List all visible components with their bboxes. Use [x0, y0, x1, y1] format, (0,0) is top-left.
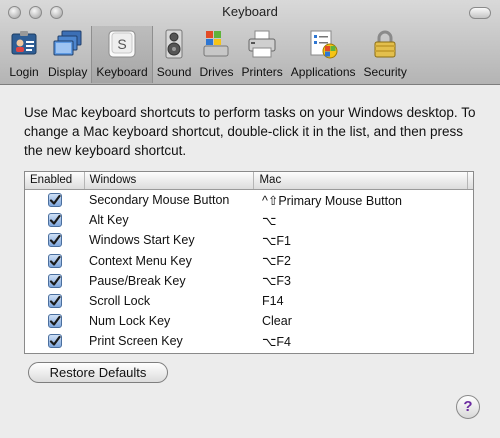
toolbar-item-keyboard[interactable]: S Keyboard	[91, 26, 153, 83]
checkmark-icon	[49, 336, 61, 347]
table-row[interactable]: Alt Key ⌥	[25, 210, 473, 230]
table-row[interactable]: Num Lock Key Clear	[25, 311, 473, 331]
windows-shortcut-cell: Secondary Mouse Button	[89, 193, 230, 208]
restore-defaults-button[interactable]: Restore Defaults	[28, 362, 168, 383]
column-header-enabled[interactable]: Enabled	[25, 172, 85, 189]
toolbar-items: Login Display S Keyboard Sound Drives Pr…	[4, 26, 411, 83]
toolbar-label: Applications	[290, 65, 356, 79]
padlock-icon	[374, 30, 396, 58]
enabled-cell	[25, 273, 85, 288]
mac-shortcut-cell[interactable]: ⌥F1	[256, 233, 471, 248]
shortcuts-table[interactable]: Enabled Windows Mac Secondary Mouse Butt…	[24, 171, 474, 354]
toolbar-item-drives[interactable]: Drives	[195, 26, 237, 83]
printer-icon	[248, 30, 276, 58]
toolbar-label: Display	[48, 65, 88, 79]
checkmark-icon	[49, 316, 61, 326]
enabled-checkbox[interactable]	[48, 334, 62, 349]
enabled-checkbox[interactable]	[48, 193, 62, 208]
table-header: Enabled Windows Mac	[25, 172, 473, 190]
windows-shortcut-cell: Windows Start Key	[89, 233, 195, 248]
column-header-mac[interactable]: Mac	[254, 172, 468, 189]
toolbar-label: Drives	[199, 65, 234, 79]
keyboard-preferences-window: Keyboard Login Display S Keyboard Sound …	[0, 0, 500, 438]
table-row[interactable]: Print Screen Key ⌥F4	[25, 331, 473, 351]
instructions-text: Use Mac keyboard shortcuts to perform ta…	[24, 105, 476, 158]
toolbar-item-display[interactable]: Display	[44, 26, 91, 83]
enabled-cell	[25, 253, 85, 268]
windows-shortcut-cell: Pause/Break Key	[89, 273, 186, 288]
window-title: Keyboard	[222, 4, 278, 19]
enabled-checkbox[interactable]	[48, 314, 62, 329]
mac-shortcut-cell[interactable]: ^⇧Primary Mouse Button	[256, 193, 471, 208]
toolbar-toggle-button[interactable]	[469, 7, 491, 19]
table-row[interactable]: Secondary Mouse Button ^⇧Primary Mouse Bu…	[25, 190, 473, 210]
windows-shortcut-cell: Context Menu Key	[89, 253, 192, 268]
enabled-checkbox[interactable]	[48, 233, 62, 248]
drives-icon	[203, 31, 229, 57]
toolbar-label: Keyboard	[96, 65, 148, 79]
toolbar-label: Login	[9, 65, 39, 79]
table-row[interactable]: Context Menu Key ⌥F2	[25, 251, 473, 271]
enabled-cell	[25, 294, 85, 309]
login-badge-icon	[11, 31, 37, 55]
toolbar-item-security[interactable]: Security	[360, 26, 411, 83]
enabled-checkbox[interactable]	[48, 213, 62, 228]
column-header-windows[interactable]: Windows	[85, 172, 255, 189]
checkmark-icon	[49, 235, 61, 246]
enabled-cell	[25, 213, 85, 228]
help-button[interactable]: ?	[456, 395, 480, 419]
mac-shortcut-cell[interactable]: ⌥	[256, 213, 471, 228]
mac-shortcut-cell[interactable]: ⌥F2	[256, 253, 471, 268]
mac-shortcut-cell[interactable]: ⌥F4	[256, 334, 471, 349]
toolbar-item-login[interactable]: Login	[4, 26, 44, 83]
enabled-checkbox[interactable]	[48, 273, 62, 288]
checkmark-icon	[49, 295, 61, 306]
toolbar-item-applications[interactable]: Applications	[287, 26, 360, 83]
toolbar-label: Security	[363, 65, 407, 79]
enabled-checkbox[interactable]	[48, 253, 62, 268]
enabled-cell	[25, 233, 85, 248]
toolbar-label: Sound	[156, 65, 192, 79]
mac-shortcut-cell[interactable]: Clear	[256, 314, 471, 328]
toolbar-item-printers[interactable]: Printers	[237, 26, 286, 83]
table-row[interactable]: Windows Start Key ⌥F1	[25, 230, 473, 250]
checkmark-icon	[49, 215, 61, 225]
enabled-cell	[25, 193, 85, 208]
toolbar-item-sound[interactable]: Sound	[153, 26, 196, 83]
windows-shortcut-cell: Alt Key	[89, 213, 129, 228]
table-body: Secondary Mouse Button ^⇧Primary Mouse Bu…	[25, 190, 473, 352]
mac-shortcut-cell[interactable]: ⌥F3	[256, 273, 471, 288]
checkmark-icon	[49, 194, 61, 205]
keyboard-key-icon: S	[108, 30, 136, 58]
checkmark-icon	[49, 275, 61, 286]
applications-icon	[310, 30, 338, 59]
table-row[interactable]: Pause/Break Key ⌥F3	[25, 271, 473, 291]
speaker-icon	[165, 29, 183, 59]
table-row[interactable]: Scroll Lock F14	[25, 291, 473, 311]
enabled-checkbox[interactable]	[48, 294, 62, 309]
windows-shortcut-cell: Print Screen Key	[89, 334, 183, 349]
mac-shortcut-cell[interactable]: F14	[256, 294, 471, 308]
keyboard-key-glyph: S	[117, 36, 126, 52]
column-header-filler	[468, 172, 473, 189]
windows-shortcut-cell: Num Lock Key	[89, 314, 171, 329]
enabled-cell	[25, 314, 85, 329]
windows-shortcut-cell: Scroll Lock	[89, 294, 151, 309]
toolbar-label: Printers	[241, 65, 283, 79]
checkmark-icon	[49, 255, 61, 266]
display-icon	[53, 30, 82, 56]
toolbar: Keyboard Login Display S Keyboard Sound …	[0, 0, 500, 85]
enabled-cell	[25, 334, 85, 349]
